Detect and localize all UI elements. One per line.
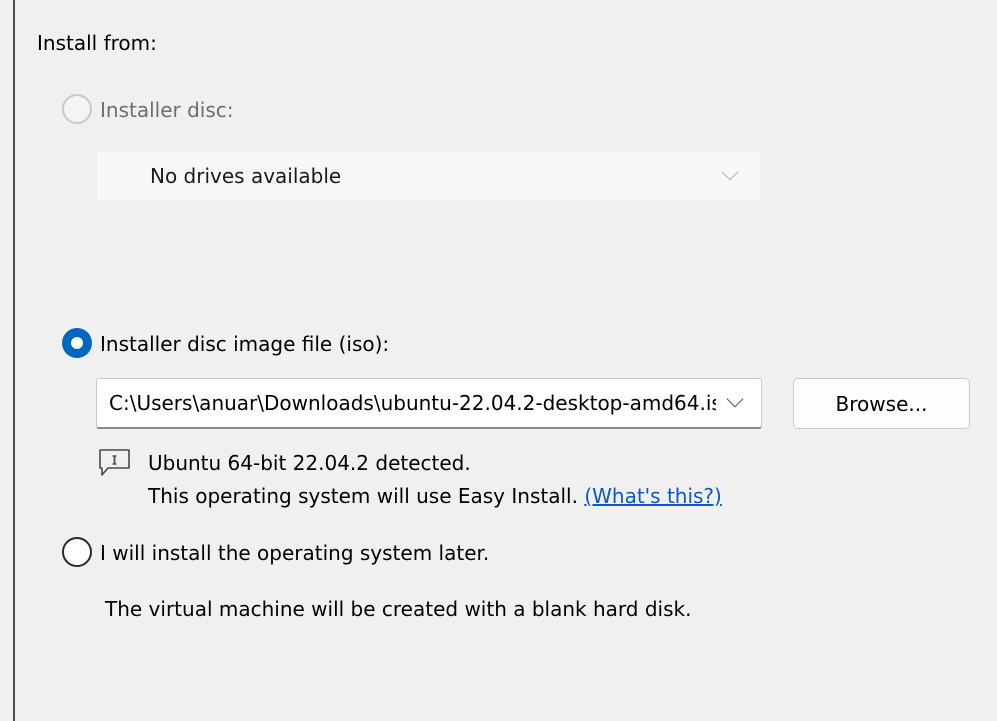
whats-this-link[interactable]: (What's this?): [584, 484, 722, 508]
panel-left-border: [13, 0, 15, 721]
detected-os-text: Ubuntu 64-bit 22.04.2 detected.: [148, 451, 471, 475]
iso-radio[interactable]: [62, 328, 92, 358]
drive-select-value: No drives available: [150, 164, 342, 188]
info-bubble-icon: [99, 449, 130, 476]
install-later-radio[interactable]: [62, 537, 92, 567]
chevron-down-icon: [721, 163, 739, 181]
chevron-down-icon[interactable]: [726, 390, 744, 408]
install-later-description: The virtual machine will be created with…: [105, 597, 692, 621]
installer-disc-label[interactable]: Installer disc:: [100, 98, 234, 122]
iso-label[interactable]: Installer disc image file (iso):: [100, 332, 389, 356]
install-from-panel: Install from: Installer disc: No drives …: [0, 0, 997, 721]
iso-path-combobox[interactable]: C:\Users\anuar\Downloads\ubuntu-22.04.2-…: [96, 378, 762, 429]
easy-install-text: This operating system will use Easy Inst…: [148, 484, 578, 508]
install-from-heading: Install from:: [37, 31, 157, 55]
drive-select[interactable]: No drives available: [96, 151, 762, 201]
iso-path-value[interactable]: C:\Users\anuar\Downloads\ubuntu-22.04.2-…: [109, 391, 716, 415]
install-later-label[interactable]: I will install the operating system late…: [100, 541, 489, 565]
browse-button[interactable]: Browse...: [793, 378, 970, 429]
installer-disc-radio[interactable]: [62, 94, 92, 124]
easy-install-line: This operating system will use Easy Inst…: [148, 484, 722, 508]
